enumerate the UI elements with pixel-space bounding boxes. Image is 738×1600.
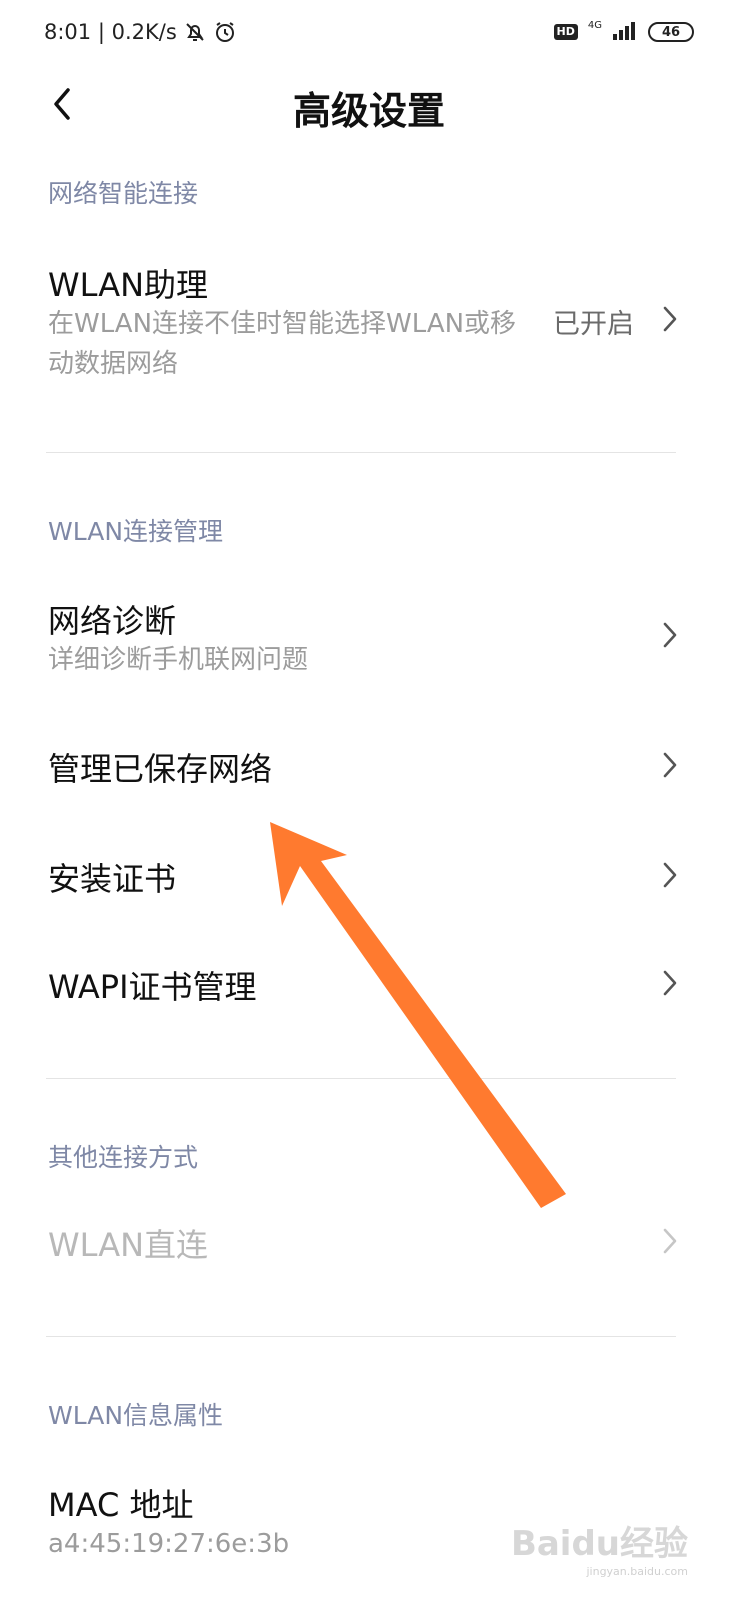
status-bar: 8:01 | 0.2K/s HD 4G 46 (0, 0, 738, 64)
section-title-wlan-manage: WLAN连接管理 (48, 517, 224, 546)
section-title-wlan-info: WLAN信息属性 (48, 1401, 224, 1430)
saved-networks-row[interactable]: 管理已保存网络 (0, 730, 738, 810)
watermark-site: jingyan.baidu.com (586, 1565, 688, 1578)
wlan-direct-title: WLAN直连 (48, 1226, 209, 1264)
battery-indicator: 46 (648, 22, 694, 42)
network-type: 4G (587, 19, 602, 31)
header: 高级设置 (0, 64, 738, 148)
chevron-right-icon (663, 862, 677, 888)
page-title: 高级设置 (292, 89, 445, 133)
divider (46, 1078, 676, 1079)
status-right: HD 4G 46 (553, 19, 694, 45)
wapi-cert-title: WAPI证书管理 (48, 968, 257, 1006)
chevron-right-icon (663, 306, 677, 332)
network-diagnosis-title: 网络诊断 (48, 602, 177, 640)
section-title-smart-connect: 网络智能连接 (48, 179, 199, 208)
signal-bars-icon (612, 20, 638, 44)
battery-level: 46 (661, 24, 681, 40)
alarm-clock-icon (213, 20, 237, 44)
divider (46, 452, 676, 453)
section-title-other-connect: 其他连接方式 (48, 1143, 199, 1172)
chevron-right-icon (663, 970, 677, 996)
watermark: Baidu经验 jingyan.baidu.com (511, 1516, 688, 1578)
wlan-direct-row[interactable]: WLAN直连 (0, 1206, 738, 1286)
network-diagnosis-row[interactable]: 网络诊断 详细诊断手机联网问题 (0, 590, 738, 690)
watermark-brand: Baidu经验 (510, 1524, 688, 1564)
wlan-assistant-title: WLAN助理 (48, 266, 209, 304)
status-left: 8:01 | 0.2K/s (44, 20, 237, 44)
mac-address-title: MAC 地址 (48, 1486, 194, 1524)
mac-address-value: a4:45:19:27:6e:3b (48, 1529, 290, 1559)
install-cert-row[interactable]: 安装证书 (0, 840, 738, 920)
install-cert-title: 安装证书 (48, 860, 177, 898)
hd-badge: HD (553, 24, 578, 40)
chevron-right-icon (663, 1228, 677, 1254)
wlan-assistant-status: 已开启 (553, 309, 634, 340)
wlan-assistant-subtitle: 在WLAN连接不佳时智能选择WLAN或移动数据网络 (48, 309, 517, 379)
advanced-settings-screen: 8:01 | 0.2K/s HD 4G 46 高级设置 网络智能连接 WLAN助… (0, 0, 738, 1600)
network-diagnosis-subtitle: 详细诊断手机联网问题 (48, 645, 309, 675)
bell-off-icon (183, 20, 207, 44)
chevron-right-icon (663, 622, 677, 648)
wlan-assistant-row[interactable]: WLAN助理 在WLAN连接不佳时智能选择WLAN或移动数据网络 已开启 (0, 250, 738, 410)
saved-networks-title: 管理已保存网络 (48, 750, 273, 788)
chevron-right-icon (663, 752, 677, 778)
divider (46, 1336, 676, 1337)
time-speed-text: 8:01 | 0.2K/s (44, 20, 177, 44)
wapi-cert-row[interactable]: WAPI证书管理 (0, 948, 738, 1028)
